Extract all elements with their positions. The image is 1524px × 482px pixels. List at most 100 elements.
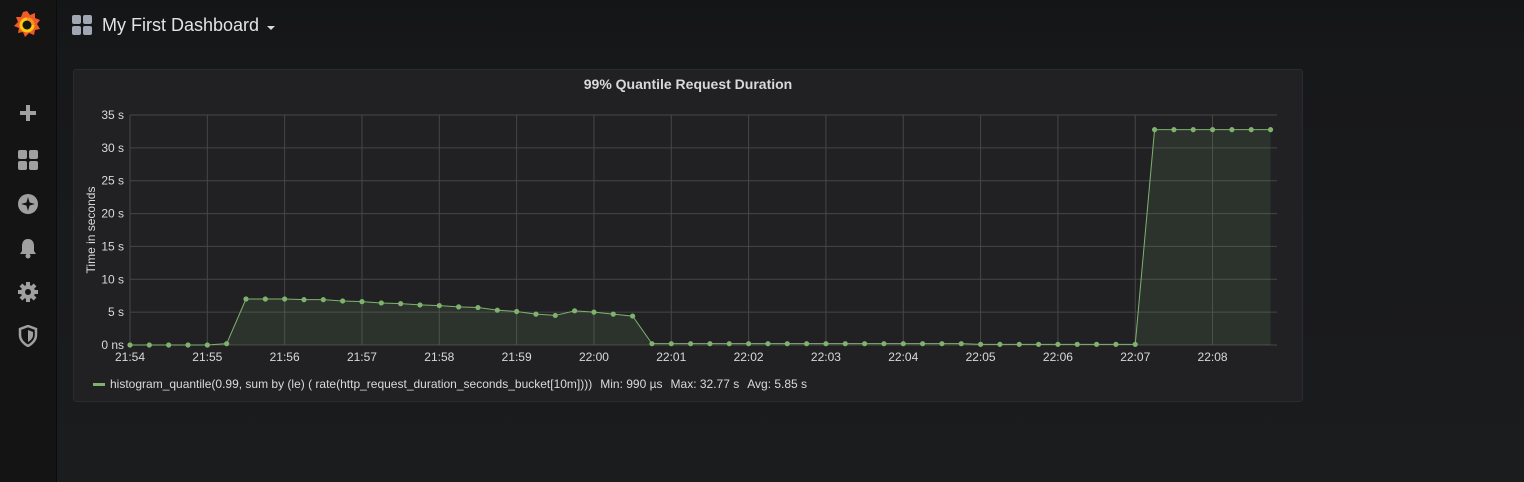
data-point [958,341,964,347]
data-point [746,341,752,347]
data-point [842,341,848,347]
data-point [262,296,268,302]
legend: histogram_quantile(0.99, sum by (le) ( r… [93,376,807,392]
data-point [301,297,307,303]
side-menu [0,0,57,482]
data-point [127,342,133,348]
data-point [1113,341,1119,347]
data-point [881,341,887,347]
caret-down-icon [267,18,276,36]
y-tick-label: 25 s [101,174,124,188]
data-point [1229,127,1235,133]
dashboard-title-picker[interactable]: My First Dashboard [72,12,276,38]
data-point [185,342,191,348]
graph-canvas[interactable]: 0 ns5 s10 s15 s20 s25 s30 s35 s21:54 21:5… [74,70,1304,370]
data-point [997,341,1003,347]
y-tick-label: 15 s [101,239,124,253]
navbar: My First Dashboard [57,0,1524,50]
data-point [919,341,926,347]
x-tick-label: 22:02 [734,350,764,364]
data-point [707,341,713,347]
data-point [1074,341,1080,347]
dashboard-title: My First Dashboard [102,14,260,35]
data-point [340,298,346,304]
data-point [1171,127,1177,133]
data-point [591,309,597,315]
data-point [1267,127,1274,133]
x-tick-label: 22:07 [1120,350,1150,364]
data-point [1093,341,1100,347]
data-point [610,311,616,317]
gear-icon[interactable] [15,279,41,305]
data-point [398,301,404,307]
data-point [1132,341,1138,347]
legend-min: Min: 990 µs [600,377,663,391]
y-tick-label: 5 s [108,305,124,319]
data-point [804,341,810,347]
data-point [224,341,230,347]
data-point [514,308,520,315]
data-point [668,341,674,347]
dashboard-grid-icon [72,15,92,35]
shield-icon[interactable] [15,323,41,349]
dashboards-icon[interactable] [15,147,41,173]
y-tick-label: 10 s [101,272,124,286]
x-tick-label: 21:54 [115,350,145,364]
y-tick-label: 30 s [101,141,124,155]
x-tick-label: 22:08 [1198,350,1228,364]
data-point [1016,341,1022,347]
series-area-fill [130,129,1271,345]
data-point [146,342,152,348]
data-point [784,341,790,347]
y-axis-label: Time in seconds [84,187,98,274]
graph-panel: 99% Quantile Request Duration 0 ns 5 s 10 … [73,69,1303,402]
data-point [649,341,655,347]
legend-series-name[interactable]: histogram_quantile(0.99, sum by (le) ( r… [110,377,592,391]
data-point [1151,127,1158,133]
data-point [1035,341,1042,347]
data-point [572,308,578,314]
data-point [359,299,365,305]
y-tick-label: 20 s [101,207,124,221]
x-tick-label: 22:03 [811,350,841,364]
data-point [533,311,539,317]
alerting-bell-icon[interactable] [15,235,41,261]
data-point [166,342,172,348]
grafana-logo-icon[interactable] [10,8,44,42]
x-tick-label: 21:55 [192,350,222,364]
data-point [1209,127,1216,133]
x-tick-label: 22:05 [966,350,996,364]
x-tick-label: 22:01 [656,350,686,364]
x-tick-label: 21:58 [424,350,454,364]
data-point [939,341,945,347]
data-point [320,297,326,303]
legend-avg: Avg: 5.85 s [747,377,808,391]
x-tick-label: 21:56 [270,350,300,364]
data-point [204,342,210,348]
plus-icon[interactable] [15,100,41,126]
data-point [378,300,384,306]
y-tick-label: 35 s [101,108,124,122]
data-point [977,341,984,347]
data-point [552,312,558,319]
data-point [494,307,500,313]
data-point [475,304,481,311]
data-point [456,304,462,310]
legend-series-swatch[interactable] [93,382,105,386]
x-tick-label: 22:06 [1043,350,1073,364]
data-point [630,313,636,319]
data-point [823,341,829,347]
x-tick-label: 22:00 [579,350,609,364]
data-point [900,341,906,347]
legend-max: Max: 32.77 s [670,377,740,391]
data-point [765,341,771,347]
data-point [1055,341,1061,347]
data-point [861,341,868,347]
main-content: My First Dashboard 99% Quantile Request … [57,0,1524,482]
explore-icon[interactable] [15,191,41,217]
data-point [688,341,694,347]
x-tick-label: 21:57 [347,350,377,364]
data-point [726,341,732,347]
data-point [1190,127,1196,133]
data-point [243,296,249,302]
